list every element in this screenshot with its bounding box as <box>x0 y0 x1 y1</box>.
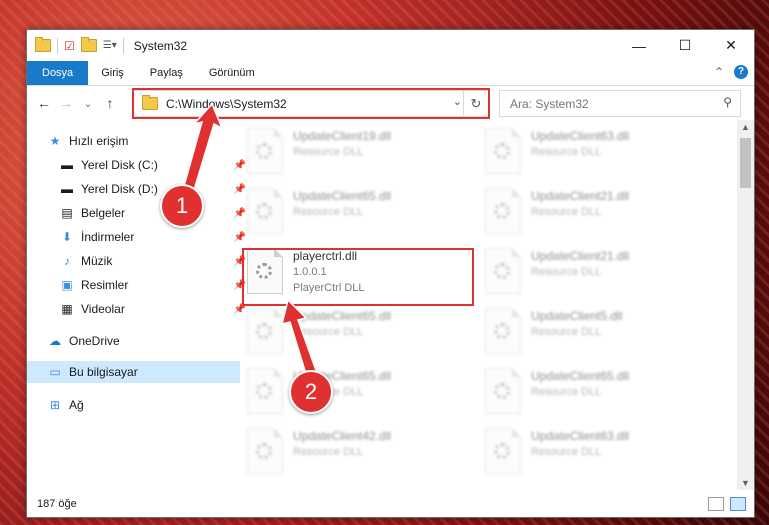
annotation-arrows <box>176 102 319 382</box>
callout-2: 2 <box>289 370 333 414</box>
arrow-2 <box>280 298 319 382</box>
arrow-1 <box>176 102 224 197</box>
callout-1: 1 <box>160 184 204 228</box>
